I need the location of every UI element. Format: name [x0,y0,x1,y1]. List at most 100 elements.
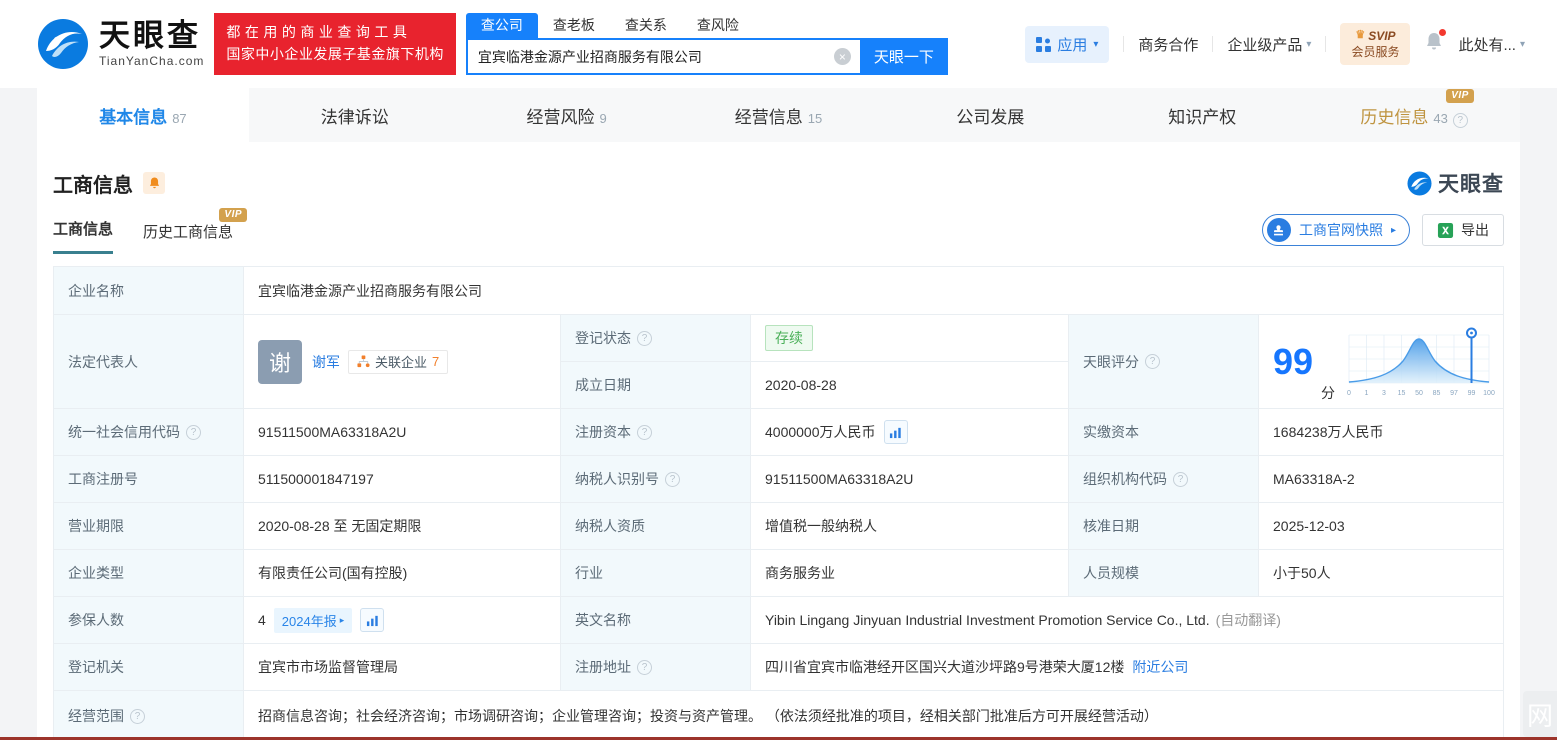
tab-intellectual-property[interactable]: 知识产权 [1096,88,1308,142]
tianyancha-logo-icon [38,19,88,69]
help-icon[interactable]: ? [665,471,680,487]
account-menu[interactable]: 此处有... ▾ [1458,34,1525,55]
search-tab-risk[interactable]: 查风险 [682,13,754,38]
capital-trend-chart-icon[interactable] [883,420,908,444]
field-value-reg-number: 511500001847197 [244,456,561,503]
search-button[interactable]: 天眼一下 [859,38,948,75]
svg-text:97: 97 [1450,390,1458,397]
field-value-company-type: 有限责任公司(国有控股) [244,550,561,597]
tab-history-info[interactable]: VIP 历史信息 43 ? [1308,88,1520,142]
divider [1212,36,1214,52]
business-info-panel: 工商信息 天眼查 工商信息 VIP 历史工商信息 工商官网快照 ▸ 导出 企业名… [37,142,1520,740]
help-icon[interactable]: ? [637,330,652,346]
field-value-company-name: 宜宾临港金源产业招商服务有限公司 [244,267,1504,315]
notification-dot [1439,29,1447,36]
field-label-tyc-score: 天眼评分 ? [1069,315,1259,409]
brand-name: 天眼查 [99,18,201,54]
apps-menu[interactable]: 应用 ▾ [1025,25,1110,63]
search-tabs: 查公司 查老板 查关系 查风险 [465,13,948,38]
tab-label: 历史信息 [1360,107,1429,127]
field-label-org-code: 组织机构代码 ? [1069,456,1259,503]
stamp-icon [1266,218,1291,242]
field-label-approval-date: 核准日期 [1069,503,1259,550]
annual-report-badge[interactable]: 2024年报 ▸ [273,607,353,633]
svg-text:85: 85 [1433,390,1441,397]
tab-basic-info[interactable]: 基本信息 87 [37,88,249,142]
tab-label: 法律诉讼 [320,107,389,127]
brand-domain: TianYanCha.com [99,53,205,68]
svip-member-badge[interactable]: ♛ SVIP 会员服务 [1340,22,1411,66]
field-value-insured-count: 4 2024年报 ▸ [244,597,561,644]
export-label: 导出 [1461,222,1489,238]
tab-label: 经营信息 [734,107,803,127]
search-tab-boss[interactable]: 查老板 [538,13,610,38]
tab-legal[interactable]: 法律诉讼 [249,88,461,142]
help-icon[interactable]: ? [637,659,652,675]
tab-count: 87 [172,110,187,126]
export-button[interactable]: 导出 [1422,214,1504,246]
field-value-staff-size: 小于50人 [1259,550,1504,597]
help-icon[interactable]: ? [186,424,201,440]
nav-enterprise-products[interactable]: 企业级产品 ▾ [1227,34,1311,55]
promo-line2: 国家中小企业发展子基金旗下机构 [226,46,444,62]
legal-rep-name-link[interactable]: 谢军 [312,352,340,372]
field-label-business-scope: 经营范围 ? [54,691,244,740]
help-icon[interactable]: ? [1173,471,1188,487]
field-label-establish-date: 成立日期 [561,362,751,409]
search-tab-company[interactable]: 查公司 [465,13,538,38]
header: 天眼查 TianYanCha.com 都在用的商业查询工具 国家中小企业发展子基… [0,0,1557,88]
score-unit: 分 [1321,385,1336,401]
enterprise-label: 企业级产品 [1227,36,1303,54]
field-value-reg-address: 四川省宜宾市临港经开区国兴大道沙坪路9号港荣大厦12楼 附近公司 [751,644,1504,691]
question-glyph: ? [1177,473,1184,485]
tab-company-development[interactable]: 公司发展 [884,88,1096,142]
field-value-industry: 商务服务业 [751,550,1069,597]
field-label-credit-code: 统一社会信用代码 ? [54,409,244,456]
help-icon[interactable]: ? [637,424,652,440]
account-label: 此处有... [1458,36,1516,54]
question-glyph: ? [641,661,648,673]
field-label-paid-capital: 实缴资本 [1069,409,1259,456]
subtab-business-info[interactable]: 工商信息 [53,218,114,254]
tab-operating-info[interactable]: 经营信息 15 [673,88,885,142]
business-info-table: 企业名称 宜宾临港金源产业招商服务有限公司 法定代表人 谢 谢军 关联企业 7 … [53,266,1504,740]
question-glyph: ? [641,426,648,438]
help-icon[interactable]: ? [130,708,145,724]
tab-count: 15 [807,110,823,126]
arrow-right-icon: ▸ [1390,224,1396,236]
apps-grid-icon [1036,36,1052,52]
help-icon[interactable]: ? [1452,112,1468,128]
question-glyph: ? [190,426,197,438]
field-label-company-type: 企业类型 [54,550,244,597]
subscribe-bell-button[interactable] [143,172,165,194]
tianyancha-watermark: 天眼查 [1407,168,1504,198]
tab-operating-risk[interactable]: 经营风险 9 [461,88,673,142]
field-label-reg-capital: 注册资本 ? [561,409,751,456]
subtab-label: 历史工商信息 [143,224,234,241]
brand-logo[interactable]: 天眼查 TianYanCha.com [37,18,204,70]
field-value-establish-date: 2020-08-28 [751,362,1069,409]
chevron-down-icon: ▾ [1093,38,1099,50]
field-value-approval-date: 2025-12-03 [1259,503,1504,550]
nav-cooperation[interactable]: 商务合作 [1138,34,1198,55]
section-title: 工商信息 [53,174,133,197]
related-companies-badge[interactable]: 关联企业 7 [348,349,449,374]
subtab-history-business-info[interactable]: VIP 历史工商信息 [143,208,248,254]
search-tab-relation[interactable]: 查关系 [610,13,682,38]
clear-search-icon[interactable]: × [833,48,851,65]
field-value-taxpayer-quality: 增值税一般纳税人 [751,503,1069,550]
legal-rep-avatar[interactable]: 谢 [258,339,302,384]
help-icon[interactable]: ? [1145,354,1160,369]
nearby-companies-link[interactable]: 附近公司 [1132,657,1188,677]
field-value-legal-rep: 谢 谢军 关联企业 7 [244,315,561,409]
company-tab-bar: 基本信息 87 法律诉讼 经营风险 9 经营信息 15 公司发展 知识产权 VI… [37,88,1520,142]
svg-text:1: 1 [1365,390,1369,397]
tab-label: 公司发展 [956,107,1025,127]
notification-bell[interactable] [1424,29,1447,57]
field-value-taxpayer-id: 91511500MA63318A2U [751,456,1069,503]
insured-trend-chart-icon[interactable] [360,608,385,632]
official-snapshot-button[interactable]: 工商官网快照 ▸ [1261,214,1410,246]
search-input[interactable] [465,38,860,75]
tianyancha-logo-icon [1407,170,1432,196]
svg-text:100: 100 [1483,390,1495,397]
